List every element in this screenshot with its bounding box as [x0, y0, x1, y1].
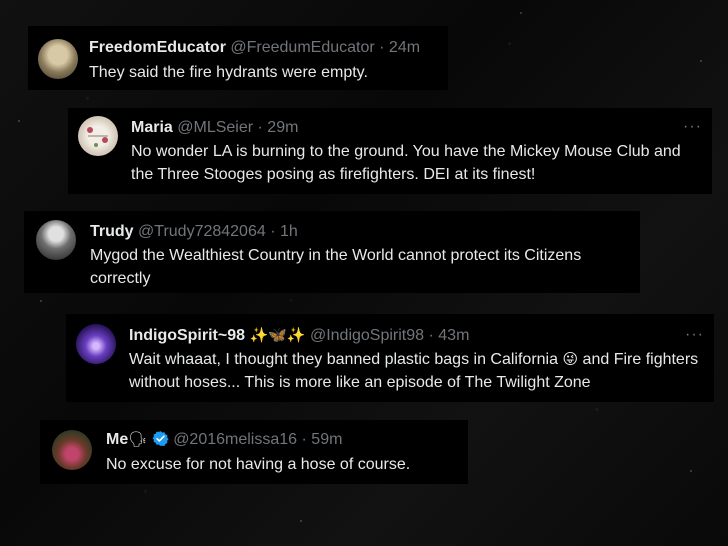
tweet-text: They said the fire hydrants were empty. — [89, 64, 368, 81]
background-speck — [700, 60, 702, 62]
handle[interactable]: @IndigoSpirit98 — [310, 327, 424, 344]
timestamp[interactable]: · 1h — [270, 223, 298, 240]
tweet-header: Me🗣 @2016melissa16 · 59m — [106, 430, 342, 450]
display-name[interactable]: FreedomEducator — [89, 39, 226, 56]
avatar[interactable] — [36, 220, 76, 260]
tweet-header: FreedomEducator @FreedumEducator · 24m — [89, 38, 420, 58]
background-speck — [690, 470, 692, 472]
tweet-header: Trudy @Trudy72842064 · 1h — [90, 222, 298, 242]
timestamp[interactable]: · 24m — [379, 39, 420, 56]
background-speck — [300, 520, 302, 522]
tweet-text: No wonder LA is burning to the ground. Y… — [131, 143, 681, 183]
tweet-card[interactable]: IndigoSpirit~98 ✨🦋✨ @IndigoSpirit98 · 43… — [66, 314, 714, 402]
handle[interactable]: @Trudy72842064 — [138, 223, 266, 240]
background-speck — [520, 12, 522, 14]
sparkles-butterfly-emoji: ✨🦋✨ — [249, 327, 306, 344]
display-name[interactable]: IndigoSpirit~98 — [129, 327, 245, 344]
speaking-head-emoji: 🗣 — [128, 431, 148, 448]
timestamp[interactable]: · 59m — [302, 431, 343, 448]
avatar[interactable] — [78, 116, 118, 156]
handle[interactable]: @FreedumEducator — [230, 39, 374, 56]
avatar[interactable] — [38, 39, 78, 79]
handle[interactable]: @MLSeier — [177, 119, 253, 136]
tweet-text: No excuse for not having a hose of cours… — [106, 456, 411, 473]
verified-badge-icon[interactable] — [152, 430, 169, 447]
tweet-header: IndigoSpirit~98 ✨🦋✨ @IndigoSpirit98 · 43… — [129, 326, 469, 346]
more-options-icon[interactable]: ··· — [685, 327, 704, 343]
handle[interactable]: @2016melissa16 — [173, 431, 297, 448]
display-name[interactable]: Me — [106, 431, 128, 448]
tweet-text-part: Wait whaaat, I thought they banned plast… — [129, 351, 558, 368]
tweet-text: Wait whaaat, I thought they banned plast… — [129, 348, 709, 394]
tweet-text: Mygod the Wealthiest Country in the Worl… — [90, 247, 582, 287]
avatar[interactable] — [52, 430, 92, 470]
timestamp[interactable]: · 43m — [429, 327, 470, 344]
tweet-card[interactable]: Me🗣 @2016melissa16 · 59m No excuse for n… — [40, 420, 468, 484]
tweet-header: Maria @MLSeier · 29m — [131, 118, 298, 138]
avatar[interactable] — [76, 324, 116, 364]
more-options-icon[interactable]: ··· — [683, 119, 702, 135]
timestamp[interactable]: · 29m — [258, 119, 299, 136]
floral-avatar-graphic — [87, 127, 108, 147]
display-name[interactable]: Maria — [131, 119, 173, 136]
tweet-card[interactable]: FreedomEducator @FreedumEducator · 24m T… — [28, 26, 448, 90]
background-speck — [40, 300, 42, 302]
display-name[interactable]: Trudy — [90, 223, 134, 240]
tweet-card[interactable]: Trudy @Trudy72842064 · 1h Mygod the Weal… — [24, 211, 640, 293]
background-speck — [18, 120, 20, 122]
winking-tongue-emoji: 😜 — [562, 351, 579, 368]
tweet-card[interactable]: Maria @MLSeier · 29m ··· No wonder LA is… — [68, 108, 712, 194]
